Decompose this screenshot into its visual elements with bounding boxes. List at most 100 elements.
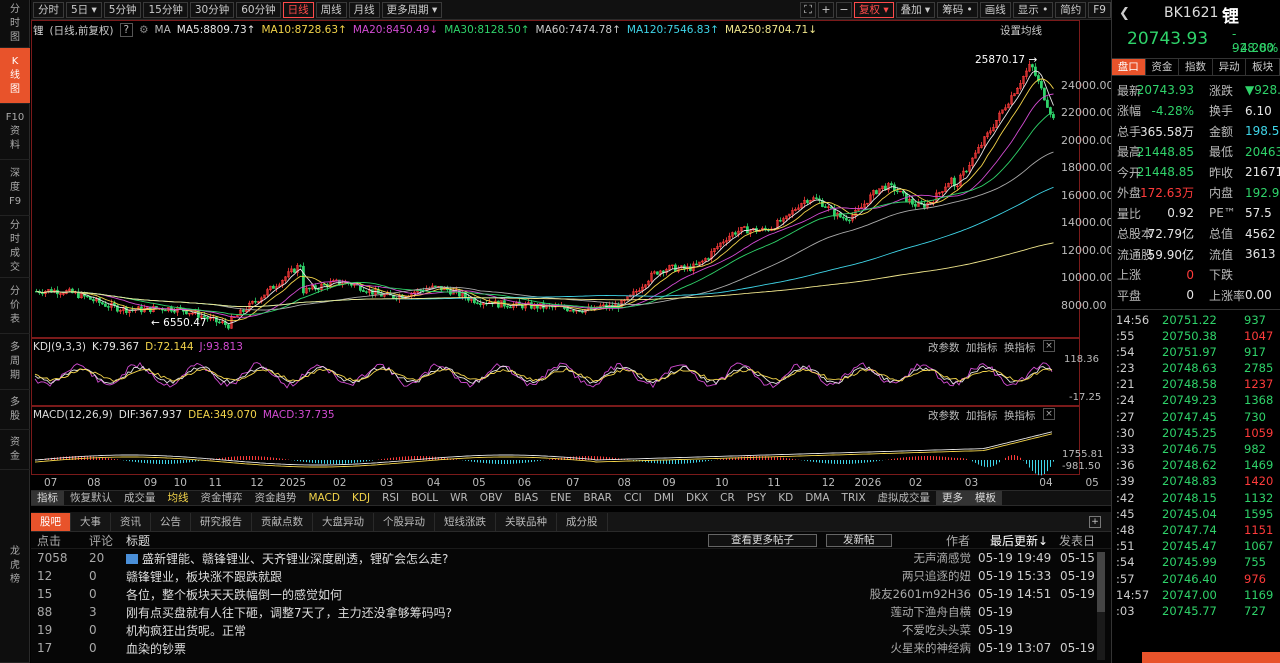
period-button[interactable]: 15分钟 <box>143 1 188 18</box>
toolbar-item[interactable]: 叠加 ▾ <box>895 1 936 18</box>
indicator-tab[interactable]: MACD <box>303 491 346 505</box>
news-scrollbar[interactable] <box>1097 552 1105 660</box>
indicator-tab[interactable]: RSI <box>376 491 405 505</box>
news-tab[interactable]: 公告 <box>151 512 191 531</box>
header-publish[interactable]: 发表日 <box>1059 532 1095 549</box>
news-tab[interactable]: 股吧 <box>31 512 71 531</box>
news-row[interactable]: 7058 20 盛新锂能、赣锋锂业、天齐锂业深度剧透，锂矿会怎么走? 无声滴感觉 05-… <box>31 549 1111 567</box>
indicator-tab[interactable]: 模板 <box>969 491 1003 505</box>
macd-action[interactable]: 换指标 <box>1004 408 1036 423</box>
indicator-tab[interactable]: ENE <box>544 491 577 505</box>
period-button[interactable]: 月线 <box>348 1 380 18</box>
macd-action[interactable]: 加指标 <box>966 408 998 423</box>
period-button[interactable]: 60分钟 <box>236 1 281 18</box>
toolbar-item[interactable]: 筹码 • <box>937 1 978 18</box>
news-tab[interactable]: 大盘异动 <box>313 512 374 531</box>
toolbar-item[interactable]: 显示 • <box>1012 1 1054 18</box>
nav-item-8[interactable]: 资金 <box>0 430 30 470</box>
indicator-tab[interactable]: 更多 <box>936 491 970 505</box>
row-author[interactable]: 两只追逐的妞 <box>821 568 971 584</box>
nav-item-1[interactable]: K线图 <box>0 48 30 104</box>
indicator-tab[interactable]: 均线 <box>162 491 195 505</box>
nav-item-5[interactable]: 分价表 <box>0 278 30 334</box>
quote-tab[interactable]: 资金 <box>1146 59 1180 75</box>
nav-item-7[interactable]: 多股 <box>0 390 30 430</box>
news-tab[interactable]: 资讯 <box>111 512 151 531</box>
row-title[interactable]: 赣锋锂业，板块涨不跟跌就跟 <box>126 568 282 585</box>
close-icon[interactable]: × <box>1043 340 1055 352</box>
row-title[interactable]: 机构疯狂出货呢。正常 <box>126 622 246 639</box>
news-tab[interactable]: 贡献点数 <box>252 512 313 531</box>
indicator-tab[interactable]: DMI <box>648 491 680 505</box>
news-row[interactable]: 12 0 赣锋锂业，板块涨不跟跌就跟 两只追逐的妞 05-19 15:33 05-19 <box>31 567 1111 585</box>
indicator-tab[interactable]: TRIX <box>836 491 872 505</box>
indicator-tab[interactable]: BOLL <box>405 491 444 505</box>
quote-tab[interactable]: 板块 <box>1246 59 1280 75</box>
news-tab[interactable]: 成分股 <box>557 512 608 531</box>
indicator-tab[interactable]: 指标 <box>31 491 64 505</box>
indicator-tab[interactable]: 资金趋势 <box>249 491 303 505</box>
indicator-tab[interactable]: WR <box>444 491 474 505</box>
new-post-button[interactable]: 发新帖 <box>826 534 892 547</box>
news-tab[interactable]: 大事 <box>71 512 111 531</box>
nav-item-6[interactable]: 多周期 <box>0 334 30 390</box>
news-tab[interactable]: 短线涨跌 <box>435 512 496 531</box>
quote-tab[interactable]: 异动 <box>1213 59 1247 75</box>
indicator-tab[interactable]: 成交量 <box>118 491 162 505</box>
header-author[interactable]: 作者 <box>946 532 970 549</box>
back-arrow-icon[interactable]: ❮ <box>1119 6 1130 21</box>
view-more-button[interactable]: 查看更多帖子 <box>708 534 817 547</box>
close-icon[interactable]: × <box>1043 408 1055 420</box>
indicator-tab[interactable]: DMA <box>799 491 835 505</box>
row-title[interactable]: 各位，整个板块天天跌幅倒一的感觉如何 <box>126 586 342 603</box>
row-author[interactable]: 无声滴感觉 <box>821 550 972 566</box>
indicator-tab[interactable]: OBV <box>474 491 508 505</box>
row-author[interactable]: 莲动下渔舟自横 <box>821 604 972 620</box>
kdj-action[interactable]: 加指标 <box>966 340 998 355</box>
quote-tab[interactable]: 盘口 <box>1112 59 1146 75</box>
indicator-tab[interactable]: BIAS <box>508 491 544 505</box>
expand-icon[interactable]: + <box>1089 515 1101 528</box>
news-tab[interactable]: 关联品种 <box>496 512 557 531</box>
period-button[interactable]: 分时 <box>33 1 64 18</box>
news-tab[interactable]: 个股异动 <box>374 512 435 531</box>
nav-item-2[interactable]: F10 资料 <box>0 104 30 160</box>
toolbar-item[interactable]: 画线 <box>979 1 1011 18</box>
indicator-tab[interactable]: 资金博弈 <box>195 491 249 505</box>
row-author[interactable]: 股友2601m92H36 <box>821 586 971 602</box>
kdj-action[interactable]: 换指标 <box>1004 340 1036 355</box>
news-row[interactable]: 17 0 血染的钞票 火星来的神经病 05-19 13:07 05-19 <box>31 639 1111 657</box>
gear-icon[interactable]: ⚙ <box>139 24 148 36</box>
kdj-action[interactable]: 改参数 <box>928 340 960 355</box>
nav-item-4[interactable]: 分时成交 <box>0 216 30 278</box>
news-row[interactable]: 19 0 机构疯狂出货呢。正常 不爱吃头头菜 05-19 <box>31 621 1111 639</box>
indicator-tab[interactable]: KD <box>772 491 799 505</box>
news-row[interactable]: 88 3 刚有点买盘就有人往下砸，调整7天了，主力还没拿够筹码吗? 莲动下渔舟自横 05… <box>31 603 1111 621</box>
indicator-tab[interactable]: KDJ <box>346 491 376 505</box>
nav-item-0[interactable]: 分时图 <box>0 0 30 48</box>
period-button[interactable]: 周线 <box>315 1 347 18</box>
row-title[interactable]: 刚有点买盘就有人往下砸，调整7天了，主力还没拿够筹码吗? <box>126 604 452 621</box>
row-title[interactable]: 血染的钞票 <box>126 640 186 657</box>
news-row[interactable]: 15 0 各位，整个板块天天跌幅倒一的感觉如何 股友2601m92H36 05-19 1… <box>31 585 1111 603</box>
zoom-in-icon[interactable]: + <box>817 1 834 18</box>
indicator-tab[interactable]: CCI <box>618 491 648 505</box>
nav-item-3[interactable]: 深度 F9 <box>0 160 30 216</box>
period-button[interactable]: 5日 ▾ <box>66 1 102 18</box>
toolbar-item[interactable]: 简约 <box>1055 1 1087 18</box>
kline-chart-area[interactable]: 24000.00 22000.00 20000.00 18000.00 16000.00… <box>31 20 1114 490</box>
quote-tab[interactable]: 指数 <box>1179 59 1213 75</box>
news-tab[interactable]: 研究报告 <box>191 512 252 531</box>
zoom-out-icon[interactable]: − <box>835 1 852 18</box>
indicator-tab[interactable]: 虚拟成交量 <box>872 491 937 505</box>
indicator-tab[interactable]: DKX <box>680 491 714 505</box>
toolbar-item[interactable]: F9 <box>1088 1 1111 18</box>
toolbar-item[interactable]: 复权 ▾ <box>853 1 894 18</box>
row-author[interactable]: 火星来的神经病 <box>821 640 972 656</box>
indicator-tab[interactable]: PSY <box>741 491 772 505</box>
period-button[interactable]: 更多周期 ▾ <box>381 1 443 18</box>
fullscreen-icon[interactable]: ⛶ <box>799 1 816 18</box>
row-title[interactable]: 盛新锂能、赣锋锂业、天齐锂业深度剧透，锂矿会怎么走? <box>126 550 448 567</box>
indicator-tab[interactable]: CR <box>714 491 741 505</box>
nav-item-9[interactable]: 龙虎榜 <box>0 470 30 663</box>
